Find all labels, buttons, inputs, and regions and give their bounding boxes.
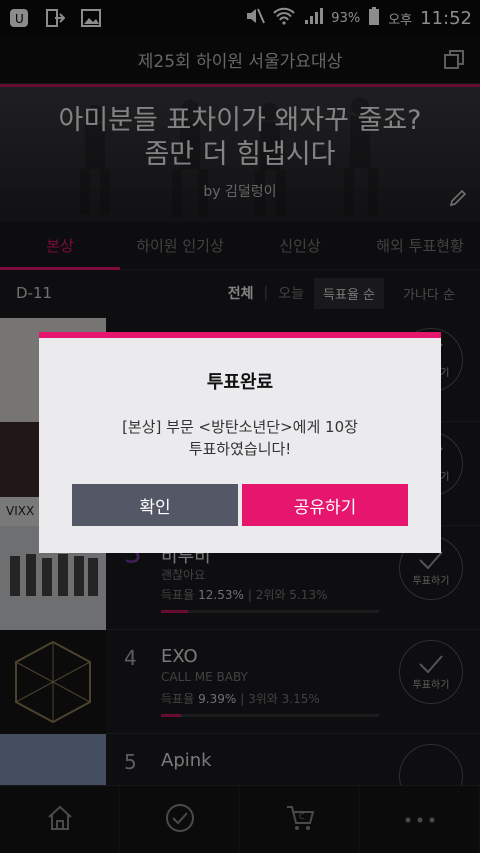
- dialog-message-line1: [본상] 부문 <방탄소년단>에게 10장: [122, 418, 358, 436]
- dialog-message: [본상] 부문 <방탄소년단>에게 10장 투표하였습니다!: [39, 416, 441, 460]
- vote-complete-dialog: 투표완료 [본상] 부문 <방탄소년단>에게 10장 투표하였습니다! 확인 공…: [39, 332, 441, 553]
- confirm-button[interactable]: 확인: [72, 484, 238, 526]
- dialog-title: 투표완료: [206, 372, 274, 393]
- dialog-message-line2: 투표하였습니다!: [188, 440, 292, 458]
- share-button[interactable]: 공유하기: [242, 484, 408, 526]
